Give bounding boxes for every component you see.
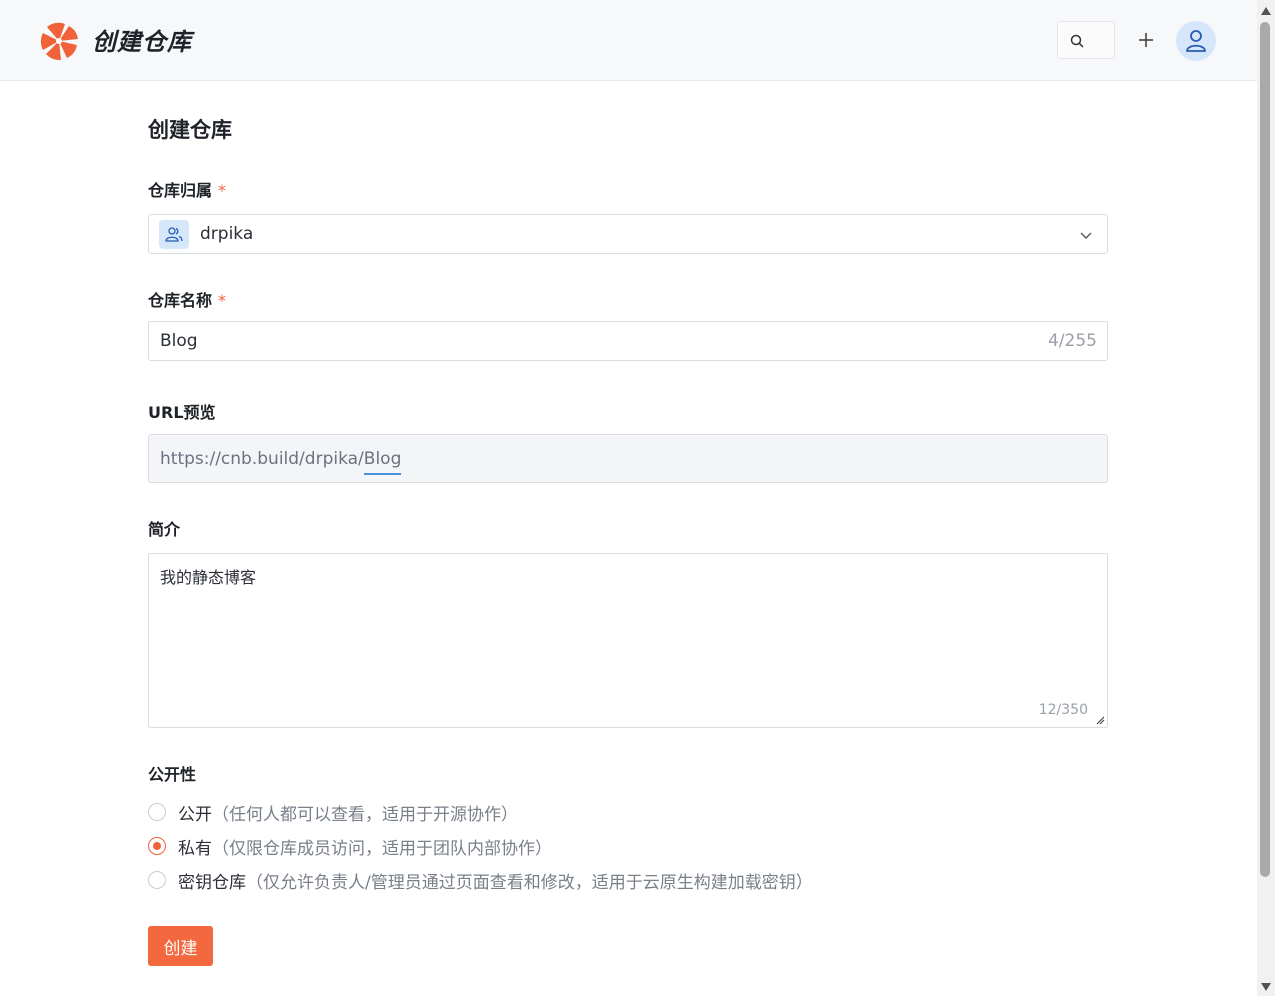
description-label: 简介 bbox=[148, 520, 181, 539]
description-textarea[interactable]: 我的静态博客 12/350 bbox=[148, 553, 1108, 728]
plus-icon[interactable] bbox=[1134, 28, 1158, 52]
option-desc: （仅允许负责人/管理员通过页面查看和修改，适用于云原生构建加载密钥） bbox=[246, 872, 813, 893]
name-label: 仓库名称 * bbox=[148, 287, 226, 311]
visibility-label: 公开性 bbox=[148, 765, 197, 784]
option-label: 私有 bbox=[178, 838, 212, 859]
search-button[interactable] bbox=[1057, 21, 1115, 59]
option-desc: （仅限仓库成员访问，适用于团队内部协作） bbox=[212, 838, 552, 859]
repo-name-input[interactable]: Blog 4/255 bbox=[148, 321, 1108, 361]
radio-secret[interactable] bbox=[148, 871, 166, 889]
chevron-down-icon bbox=[1080, 232, 1092, 239]
search-icon bbox=[1070, 34, 1084, 48]
brand-title[interactable]: 创建仓库 bbox=[92, 22, 192, 57]
url-prefix: https://cnb.build/drpika/ bbox=[160, 449, 364, 469]
owner-label-text: 仓库归属 bbox=[148, 181, 213, 200]
top-bar: 创建仓库 bbox=[0, 0, 1257, 81]
required-mark: * bbox=[218, 181, 227, 200]
scroll-up-arrow-icon[interactable] bbox=[1260, 6, 1272, 16]
option-label: 公开 bbox=[178, 804, 212, 825]
visibility-option-public[interactable]: 公开 （任何人都可以查看，适用于开源协作） bbox=[148, 800, 518, 825]
scrollbar-thumb[interactable] bbox=[1260, 22, 1270, 877]
user-avatar[interactable] bbox=[1176, 21, 1216, 61]
page-title: 创建仓库 bbox=[148, 118, 232, 142]
radio-public[interactable] bbox=[148, 803, 166, 821]
scrollbar[interactable] bbox=[1257, 0, 1275, 996]
owner-label: 仓库归属 * bbox=[148, 177, 226, 201]
owner-select[interactable]: drpika bbox=[148, 214, 1108, 254]
name-label-text: 仓库名称 bbox=[148, 291, 213, 310]
visibility-option-secret[interactable]: 密钥仓库 （仅允许负责人/管理员通过页面查看和修改，适用于云原生构建加载密钥） bbox=[148, 868, 813, 893]
url-preview: https://cnb.build/drpika/Blog bbox=[148, 434, 1108, 483]
group-icon bbox=[165, 227, 183, 242]
repo-name-value: Blog bbox=[160, 331, 198, 351]
required-mark: * bbox=[218, 291, 227, 310]
url-repo-name: Blog bbox=[363, 449, 402, 475]
option-desc: （任何人都可以查看，适用于开源协作） bbox=[212, 804, 518, 825]
owner-name: drpika bbox=[200, 224, 254, 244]
resize-handle-icon[interactable] bbox=[1095, 715, 1105, 725]
description-value: 我的静态博客 bbox=[160, 568, 257, 587]
url-preview-label: URL预览 bbox=[148, 403, 216, 422]
url-preview-text: https://cnb.build/drpika/Blog bbox=[160, 449, 402, 475]
repo-name-char-count: 4/255 bbox=[1048, 331, 1097, 351]
scroll-down-arrow-icon[interactable] bbox=[1260, 982, 1272, 992]
description-char-count: 12/350 bbox=[1038, 702, 1088, 718]
option-label: 密钥仓库 bbox=[178, 872, 246, 893]
create-button[interactable]: 创建 bbox=[148, 926, 213, 966]
radio-private[interactable] bbox=[148, 837, 166, 855]
user-icon bbox=[1186, 30, 1206, 52]
visibility-option-private[interactable]: 私有 （仅限仓库成员访问，适用于团队内部协作） bbox=[148, 834, 552, 859]
owner-avatar bbox=[159, 220, 189, 249]
logo-icon[interactable] bbox=[39, 21, 79, 61]
